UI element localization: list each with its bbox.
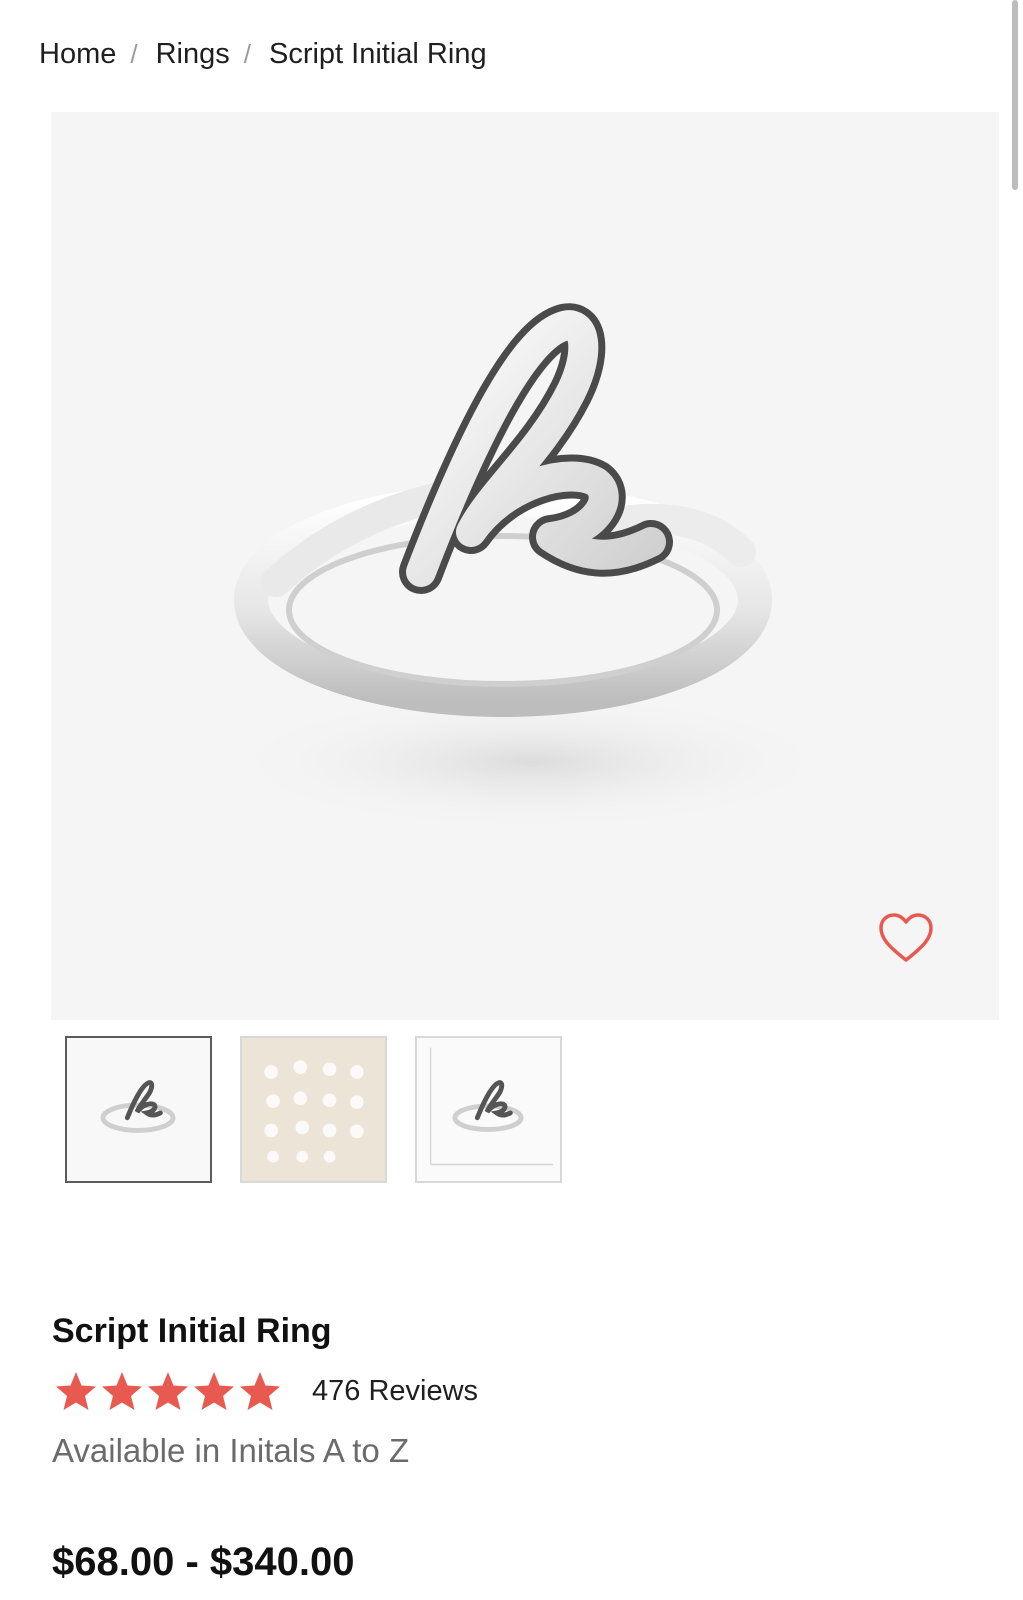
breadcrumb-separator: / bbox=[130, 39, 138, 69]
product-page: Home / Rings / Script Initial Ring Scrip… bbox=[0, 0, 1023, 1600]
star-icon bbox=[194, 1372, 234, 1410]
ring-image bbox=[221, 303, 841, 832]
initials-chart-image bbox=[242, 1038, 385, 1181]
ring-scale-image bbox=[417, 1038, 560, 1181]
heart-icon[interactable] bbox=[878, 912, 934, 964]
price-range: $68.00 - $340.00 bbox=[52, 1540, 355, 1584]
product-title: Script Initial Ring bbox=[52, 1312, 332, 1350]
availability-text: Available in Initals A to Z bbox=[52, 1432, 410, 1469]
breadcrumb-separator: / bbox=[243, 39, 251, 69]
ring-thumbnail-image bbox=[67, 1038, 210, 1181]
product-main-image[interactable] bbox=[51, 112, 999, 1020]
star-icon bbox=[148, 1372, 188, 1410]
breadcrumb-current: Script Initial Ring bbox=[268, 38, 487, 70]
star-icon bbox=[240, 1372, 280, 1410]
reviews-link[interactable]: 476 Reviews bbox=[312, 1375, 478, 1408]
thumbnail-ring-front[interactable] bbox=[65, 1036, 212, 1183]
thumbnail-strip bbox=[65, 1036, 562, 1183]
breadcrumb-rings[interactable]: Rings bbox=[156, 36, 230, 72]
product-rating: 476 Reviews bbox=[54, 1370, 478, 1412]
star-icon bbox=[56, 1372, 96, 1410]
scrollbar[interactable] bbox=[1012, 0, 1018, 190]
star-icon bbox=[102, 1372, 142, 1410]
thumbnail-ring-scale[interactable] bbox=[415, 1036, 562, 1183]
breadcrumb: Home / Rings / Script Initial Ring bbox=[39, 36, 487, 72]
breadcrumb-home[interactable]: Home bbox=[39, 36, 116, 72]
rating-stars bbox=[54, 1370, 282, 1412]
thumbnail-initials-chart[interactable] bbox=[240, 1036, 387, 1183]
